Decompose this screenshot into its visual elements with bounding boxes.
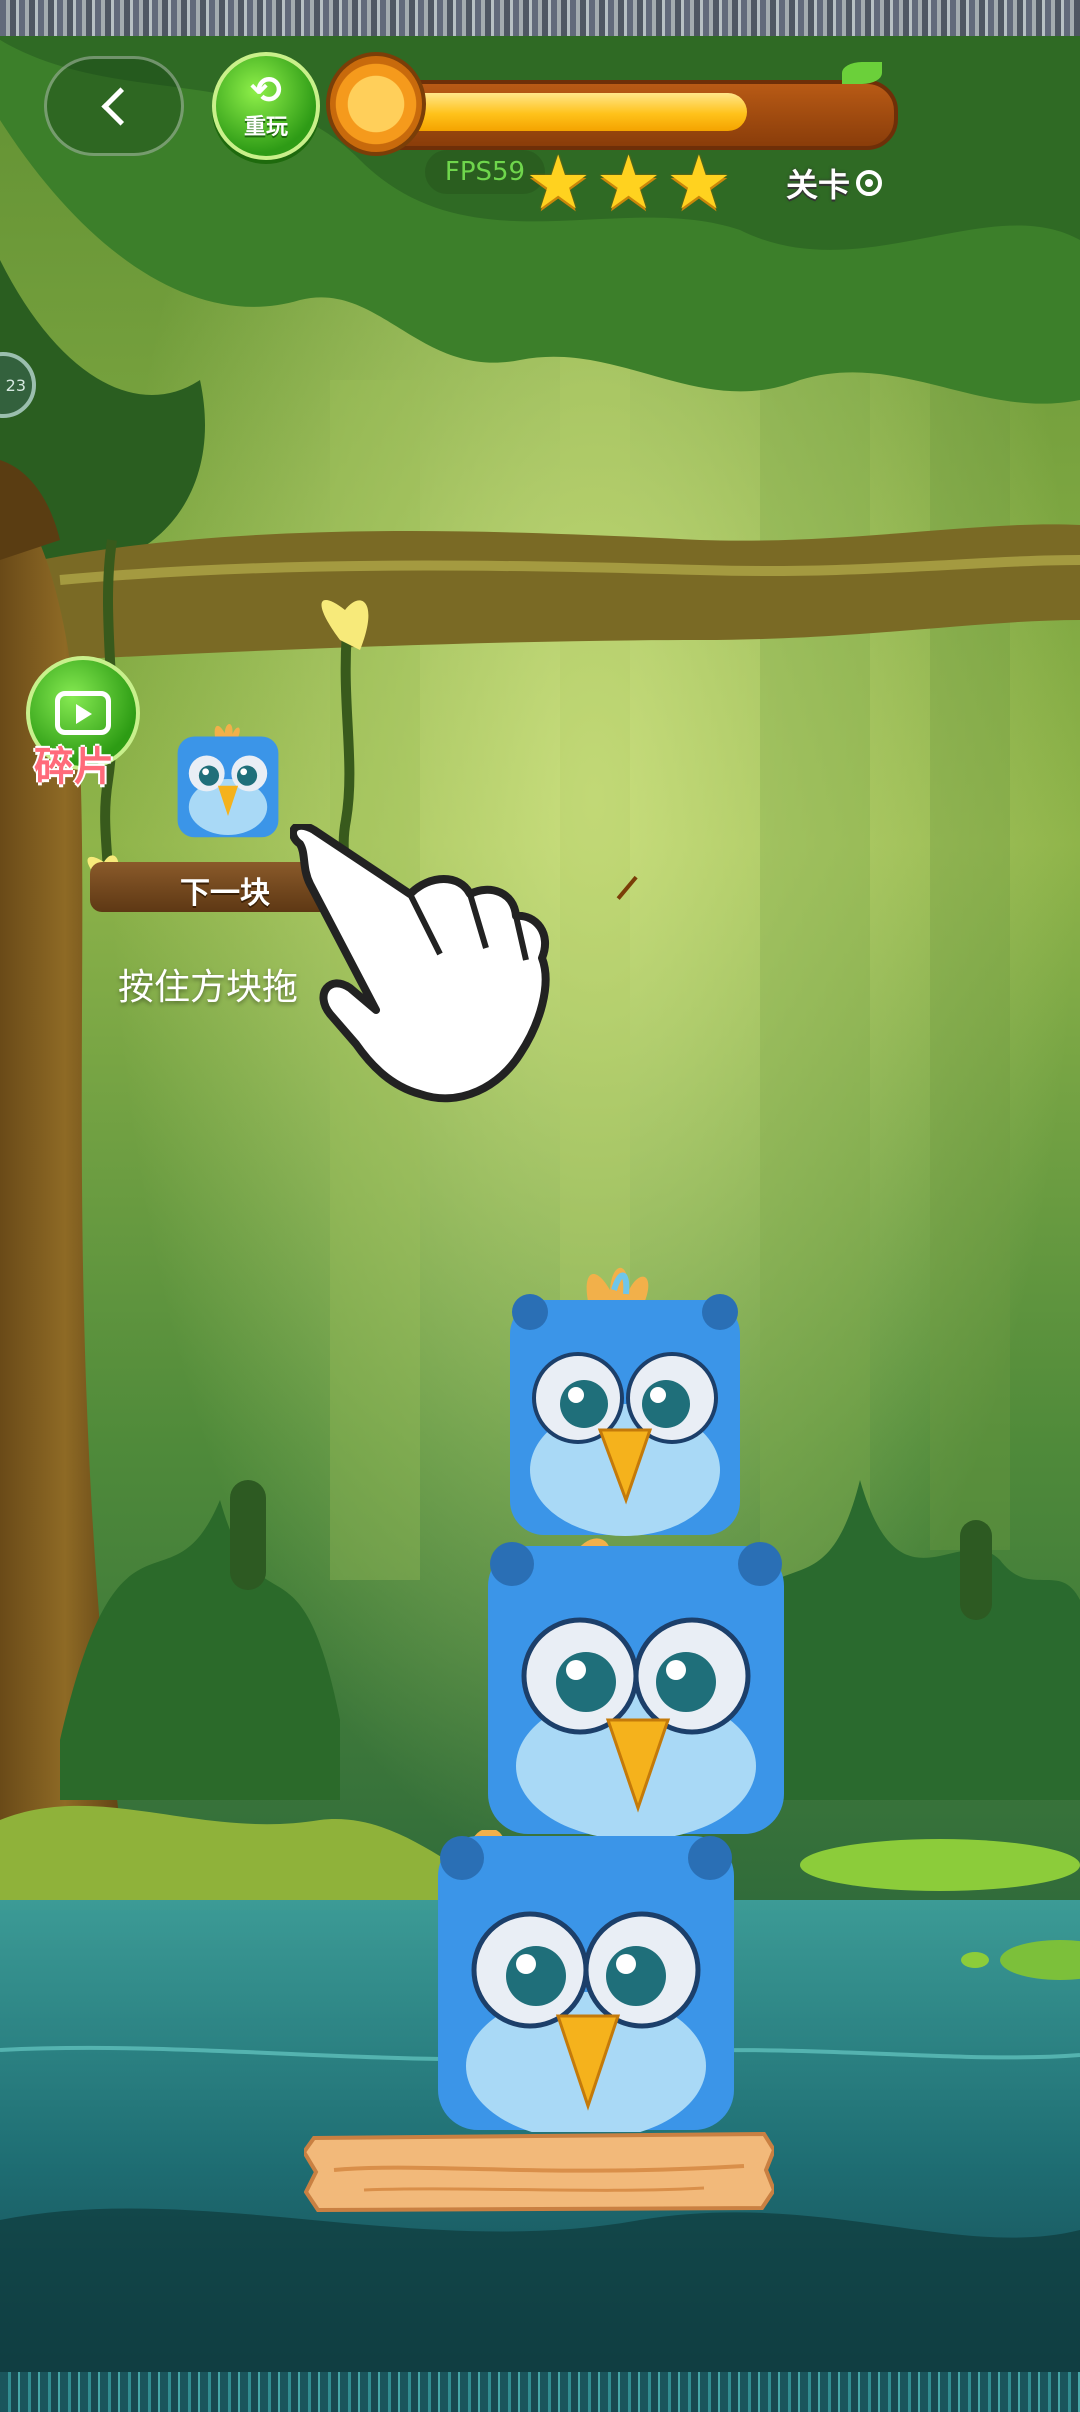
next-block-preview [177, 723, 279, 838]
bottom-noise-strip [0, 2372, 1080, 2412]
level-circle-icon [856, 170, 883, 196]
wooden-platform [304, 2131, 774, 2212]
pointing-hand-icon [290, 824, 550, 1103]
level-indicator: 关卡 [786, 160, 883, 206]
level-label: 关卡 [786, 166, 851, 204]
tv-play-icon [55, 691, 111, 735]
replay-label: 重玩 [243, 115, 288, 140]
stopwatch-icon [326, 52, 638, 900]
star-rating: ★ ★ ★ [525, 146, 732, 220]
chevron-left-icon [100, 86, 140, 126]
bird-block-top[interactable] [500, 1250, 750, 1540]
drag-hint-text: 按住方块拖 [118, 967, 299, 1008]
star-icon: ★ [525, 140, 592, 226]
star-icon: ★ [595, 140, 662, 226]
leaf-icon [842, 62, 882, 84]
bird-block-bottom[interactable] [436, 1830, 736, 2132]
back-button[interactable] [44, 56, 184, 156]
top-noise-strip [0, 0, 1080, 36]
bird-block-middle[interactable] [486, 1536, 786, 1836]
timer-bar-fill [388, 93, 747, 131]
fragment-label: 碎片 [34, 744, 114, 790]
star-icon: ★ [665, 140, 733, 226]
next-block-label: 下一块 [180, 876, 270, 911]
replay-button[interactable]: ⟲ 重玩 [212, 52, 320, 160]
bird-block-small [177, 723, 279, 838]
replay-icon: ⟲ [250, 68, 282, 112]
